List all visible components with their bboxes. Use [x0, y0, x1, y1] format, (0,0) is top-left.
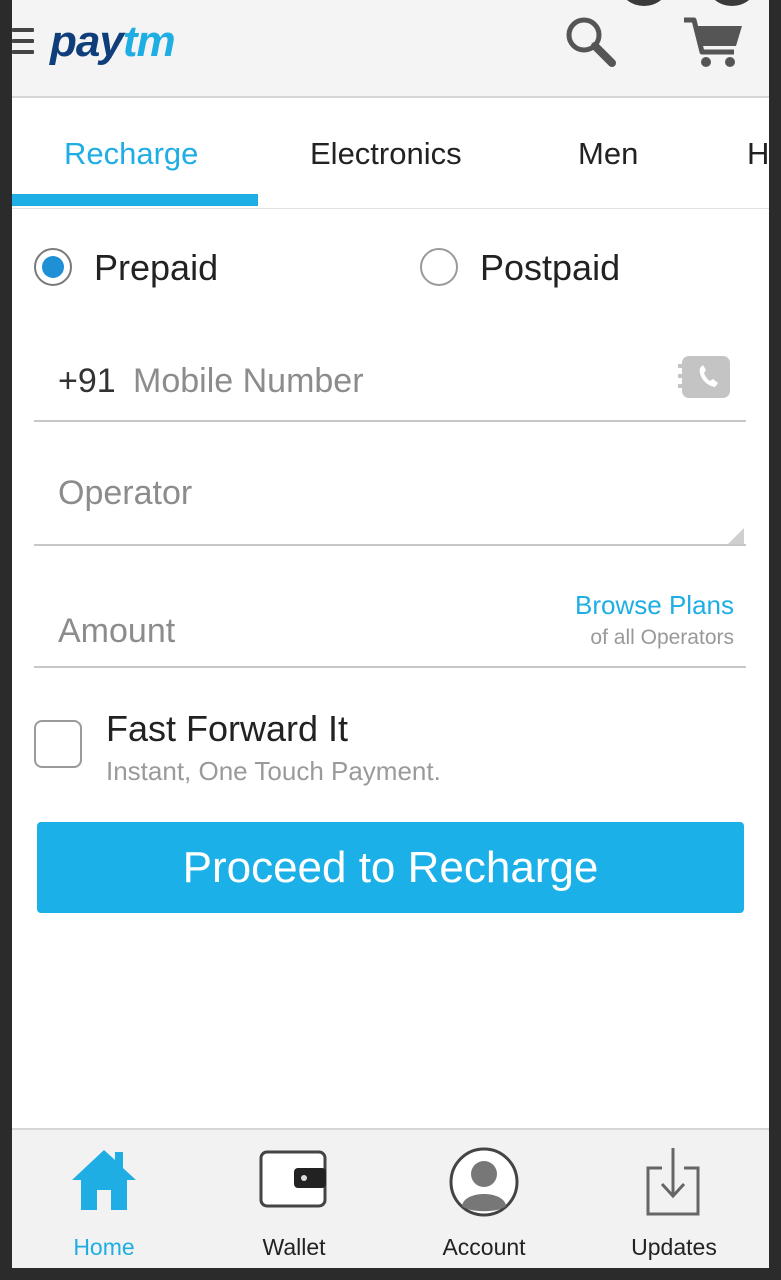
- proceed-to-recharge-button[interactable]: Proceed to Recharge: [37, 822, 744, 913]
- category-tabs: Recharge Electronics Men H: [12, 98, 769, 209]
- browse-plans-subtext: of all Operators: [590, 626, 734, 649]
- tab-electronics[interactable]: Electronics: [310, 136, 462, 172]
- search-icon[interactable]: [560, 12, 620, 70]
- operator-select[interactable]: Operator: [34, 462, 746, 548]
- prepaid-option[interactable]: Prepaid: [34, 247, 294, 292]
- operator-placeholder: Operator: [58, 474, 193, 512]
- dropdown-corner-icon: [728, 528, 744, 544]
- tab-partial[interactable]: H: [747, 136, 769, 172]
- prepaid-label: Prepaid: [94, 247, 219, 288]
- tab-recharge[interactable]: Recharge: [64, 136, 198, 172]
- nav-label-home: Home: [73, 1234, 135, 1260]
- nav-label-account: Account: [442, 1234, 526, 1260]
- nav-label-wallet: Wallet: [262, 1234, 326, 1260]
- mobile-field-underline: [34, 420, 746, 422]
- tab-men[interactable]: Men: [578, 136, 638, 172]
- country-code-prefix: +91: [58, 362, 116, 400]
- nav-item-updates[interactable]: Updates: [584, 1130, 764, 1268]
- nav-item-home[interactable]: Home: [14, 1130, 194, 1268]
- fast-forward-subtitle: Instant, One Touch Payment.: [106, 756, 441, 786]
- nav-label-updates: Updates: [631, 1234, 717, 1260]
- prepaid-radio[interactable]: [34, 248, 72, 286]
- nav-item-account[interactable]: Account: [394, 1130, 574, 1268]
- contacts-icon[interactable]: [678, 354, 734, 400]
- menu-icon[interactable]: [12, 28, 36, 58]
- operator-field-underline: [34, 544, 746, 546]
- bottom-navigation: Home Wallet Account Updates: [12, 1128, 769, 1268]
- wallet-icon: [258, 1146, 330, 1217]
- app-header: paytm: [12, 0, 769, 98]
- amount-field-underline: [34, 666, 746, 668]
- cart-icon[interactable]: [680, 10, 746, 74]
- active-tab-indicator: [12, 194, 258, 206]
- postpaid-radio[interactable]: [420, 248, 458, 286]
- amount-field[interactable]: Amount Browse Plans of all Operators: [34, 586, 746, 670]
- postpaid-label: Postpaid: [480, 247, 621, 288]
- postpaid-option[interactable]: Postpaid: [420, 247, 680, 292]
- fast-forward-title: Fast Forward It: [106, 708, 349, 749]
- amount-placeholder: Amount: [58, 612, 176, 650]
- app-screen: paytm Recharge Electronics Men H Prepaid: [12, 0, 769, 1268]
- mobile-number-field[interactable]: +91 Mobile Number: [34, 350, 746, 424]
- fast-forward-checkbox[interactable]: [34, 720, 82, 768]
- account-icon: [448, 1146, 520, 1223]
- paytm-logo[interactable]: paytm: [50, 12, 176, 72]
- nav-item-wallet[interactable]: Wallet: [204, 1130, 384, 1268]
- home-icon: [69, 1146, 139, 1221]
- mobile-number-placeholder: Mobile Number: [133, 362, 364, 400]
- updates-icon: [642, 1146, 706, 1225]
- browse-plans-link[interactable]: Browse Plans: [575, 590, 734, 621]
